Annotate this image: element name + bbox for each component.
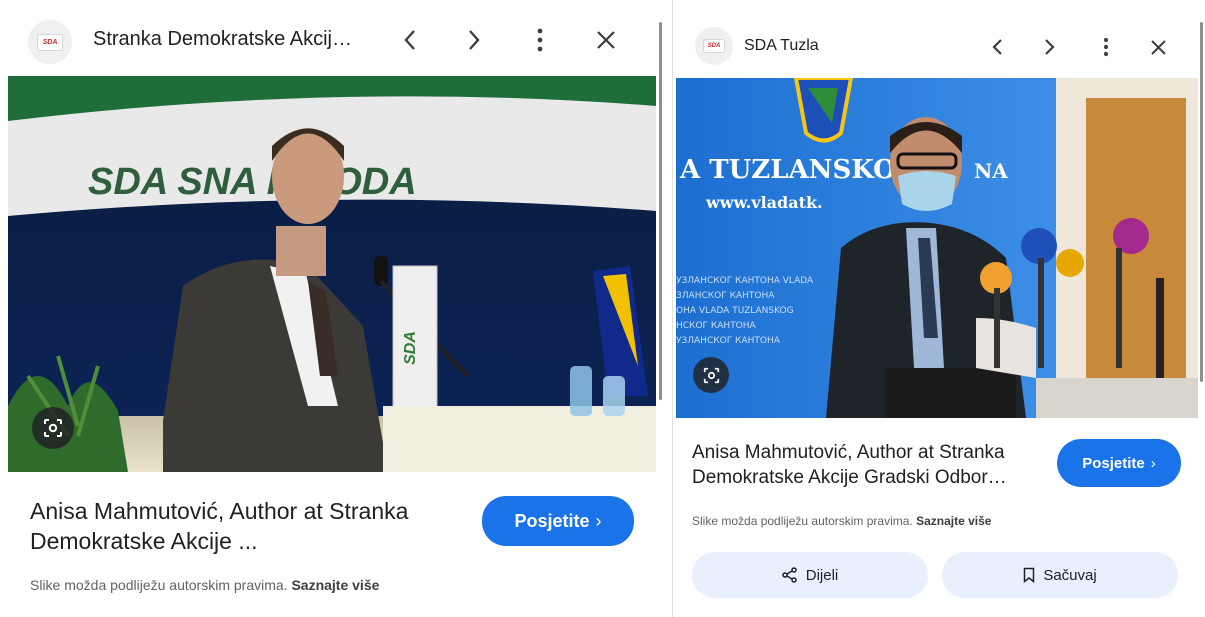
wall-cyrillic-1: УЗЛАНСКОГ КАНТОНА VLADA [676,276,814,286]
more-vert-icon [537,28,543,52]
visit-label: Posjetite [514,510,590,531]
learn-more-link[interactable]: Saznajte više [916,514,991,528]
back-icon [992,39,1002,55]
visit-label: Posjetite [1082,454,1145,472]
wall-text-line1: A TUZLANSKOG [679,155,918,185]
share-label: Dijeli [805,566,839,584]
more-vert-icon [1103,37,1109,57]
banner-text: SDA SNA IARODA [88,161,417,203]
left-scrollbar[interactable] [659,22,662,400]
chevron-right-icon: › [1150,454,1156,472]
speaker-photo: SDA SNA IARODA SDA [8,76,656,472]
lens-button[interactable] [32,407,74,449]
right-scrollbar[interactable] [1200,22,1203,382]
site-name[interactable]: SDA Tuzla [744,37,944,55]
share-icon [781,567,797,583]
image-caption[interactable]: Anisa Mahmutović, Author at Stranka Demo… [30,497,460,557]
close-button[interactable] [588,22,624,58]
copyright-text: Slike možda podliježu autorskim pravima. [30,577,288,593]
image-caption[interactable]: Anisa Mahmutović, Author at Stranka Demo… [692,441,1037,490]
favicon-text: SDA [707,43,721,49]
save-button[interactable]: Sačuvaj [942,552,1178,598]
back-button[interactable] [392,22,428,58]
left-card-header: SDA Stranka Demokratske Akcij… [0,0,662,76]
wall-text-line1b: NA [974,159,1008,183]
close-button[interactable] [1143,32,1173,62]
forward-icon [1045,39,1055,55]
more-options-button[interactable] [1091,32,1121,62]
close-icon [1150,39,1166,55]
right-image-card: SDA SDA Tuzla A TUZLANSKOG NA www.vladat… [672,0,1205,617]
forward-icon [469,30,480,50]
site-favicon[interactable]: SDA [28,20,72,64]
wall-text-line2: www.vladatk. [705,193,823,212]
forward-button[interactable] [1035,32,1065,62]
visit-button[interactable]: Posjetite › [482,496,634,546]
podium-label: SDA [402,331,419,365]
left-image-card: SDA Stranka Demokratske Akcij… SDA SNA I… [0,0,662,617]
copyright-text: Slike možda podliježu autorskim pravima. [692,514,913,528]
close-icon [597,31,615,49]
save-label: Sačuvaj [1043,566,1097,584]
main-image[interactable]: SDA SNA IARODA SDA [8,76,656,472]
wall-cyrillic-5: УЗЛАНСКОГ КАНТОНА [676,336,781,346]
wall-cyrillic-4: НСКОГ КАНТОНА [676,321,757,331]
wall-cyrillic-3: ОНА VLADA TUZLANSKOG [676,306,794,316]
visit-button[interactable]: Posjetite › [1057,439,1181,487]
main-image[interactable]: A TUZLANSKOG NA www.vladatk. УЗЛАНСКОГ К… [676,78,1198,418]
copyright-notice: Slike možda podliježu autorskim pravima.… [30,577,379,593]
more-options-button[interactable] [522,22,558,58]
lens-icon [44,419,62,437]
favicon-text: SDA [42,38,58,46]
wall-cyrillic-2: ЗЛАНСКОГ КАНТОНА [676,291,775,301]
forward-button[interactable] [456,22,492,58]
back-icon [404,30,415,50]
chevron-right-icon: › [595,510,602,531]
learn-more-link[interactable]: Saznajte više [291,577,379,593]
site-name[interactable]: Stranka Demokratske Akcij… [93,28,368,51]
lens-button[interactable] [693,357,729,393]
back-button[interactable] [982,32,1012,62]
right-card-header: SDA SDA Tuzla [673,0,1205,78]
lens-icon [703,367,719,383]
copyright-notice: Slike možda podliježu autorskim pravima.… [692,514,991,528]
bookmark-icon [1024,567,1035,583]
site-favicon[interactable]: SDA [695,27,733,65]
press-conference-photo: A TUZLANSKOG NA www.vladatk. УЗЛАНСКОГ К… [676,78,1198,418]
share-button[interactable]: Dijeli [692,552,928,598]
